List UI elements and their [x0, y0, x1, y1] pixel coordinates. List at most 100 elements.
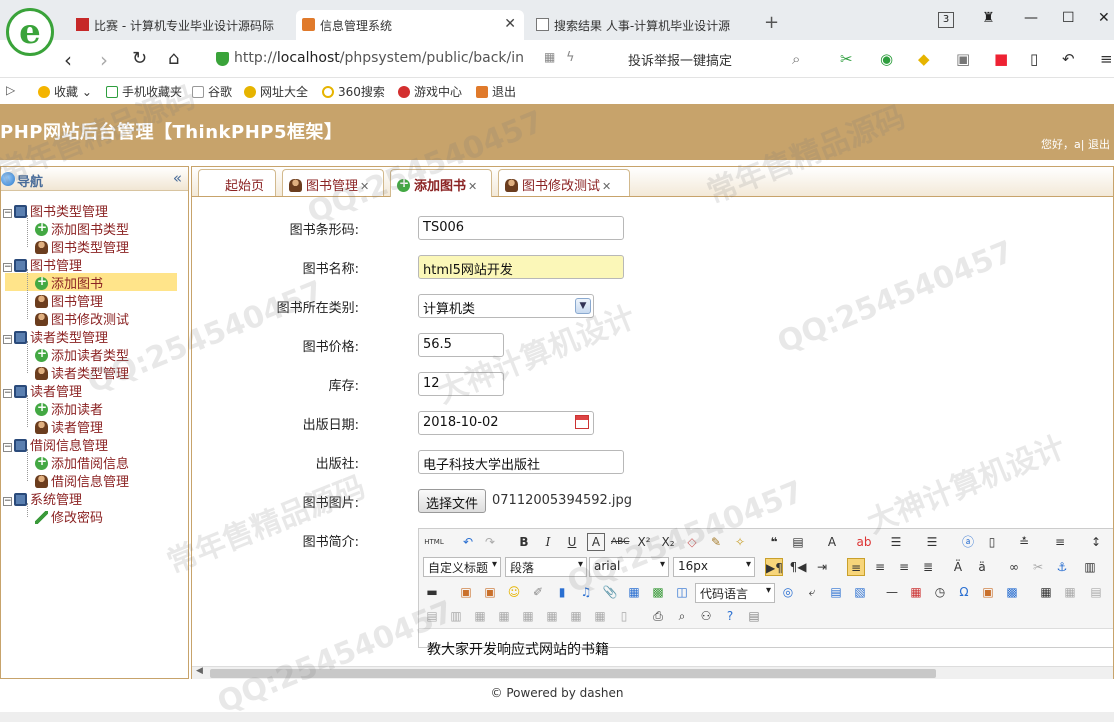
row-spacing-bottom-icon[interactable]: ≡ — [1051, 533, 1069, 551]
collapse-toggle-icon[interactable]: − — [3, 335, 12, 344]
nav-item[interactable]: 修改密码 — [35, 507, 103, 526]
bold-icon[interactable]: B — [515, 533, 533, 551]
close-tab-icon[interactable]: ✕ — [468, 180, 477, 193]
nav-item[interactable]: 图书类型管理 — [35, 237, 129, 256]
simple-upload-icon[interactable]: ▣ — [457, 583, 475, 601]
undo-icon[interactable]: ↶ — [1062, 50, 1075, 68]
clear-doc-icon[interactable]: ▯ — [983, 533, 1001, 551]
scrollbar-thumb[interactable] — [210, 669, 936, 678]
collapse-toggle-icon[interactable]: − — [3, 443, 12, 452]
nav-group[interactable]: − 读者管理 — [3, 381, 82, 400]
menu-icon[interactable]: ≡ — [1100, 50, 1113, 68]
tab-add-book[interactable]: 添加图书✕ — [390, 169, 492, 197]
bookmark-sites[interactable]: 网址大全 — [244, 83, 308, 100]
attachment-icon[interactable]: 📎 — [601, 583, 619, 601]
date-icon[interactable]: ▦ — [907, 583, 925, 601]
nav-group[interactable]: − 图书类型管理 — [3, 201, 108, 220]
bookmark-games[interactable]: 游戏中心 — [398, 83, 462, 100]
nav-group[interactable]: − 读者类型管理 — [3, 327, 108, 346]
time-icon[interactable]: ◷ — [931, 583, 949, 601]
highlight-icon[interactable]: ab — [855, 533, 873, 551]
insert-col-icon[interactable]: ▥ — [447, 607, 465, 625]
browser-tab-1[interactable]: 比赛 - 计算机专业毕业设计源码际 — [70, 10, 292, 40]
book-name-input[interactable]: html5网站开发 — [418, 255, 624, 279]
map-icon[interactable]: ▦ — [625, 583, 643, 601]
sidebar-icon[interactable]: ▯ — [1030, 50, 1038, 68]
special-chars-icon[interactable]: Ω — [955, 583, 973, 601]
rtl-icon[interactable]: ¶◀ — [789, 558, 807, 576]
collapse-icon[interactable]: « — [173, 169, 182, 187]
custom-title-select[interactable]: 自定义标题 ▾ — [423, 557, 501, 577]
eraser-icon[interactable]: ◇ — [683, 533, 701, 551]
insert-paragraph-icon[interactable]: ▤ — [1087, 583, 1105, 601]
insert-table-icon[interactable]: ▦ — [1037, 583, 1055, 601]
editor-content[interactable]: 教大家开发响应式网站的书籍 — [427, 639, 609, 659]
collapse-toggle-icon[interactable]: − — [3, 209, 12, 218]
scrawl-icon[interactable]: ✐ — [529, 583, 547, 601]
stock-input[interactable]: 12 — [418, 372, 504, 396]
close-window-icon[interactable]: ✕ — [1098, 10, 1110, 26]
tolowercase-icon[interactable]: ä — [973, 558, 991, 576]
tab-book-management[interactable]: 图书管理 ✕ — [282, 169, 384, 196]
border-icon[interactable]: A — [587, 533, 605, 551]
insert-row-icon[interactable]: ▤ — [423, 607, 441, 625]
report-link[interactable]: 投诉举报一键搞定 — [628, 50, 732, 69]
unlink-icon[interactable]: ✂ — [1029, 558, 1047, 576]
horizontal-rule-icon[interactable]: — — [883, 583, 901, 601]
font-size-select[interactable]: 16px ▾ — [673, 557, 755, 577]
choose-file-button[interactable]: 选择文件 — [418, 489, 487, 513]
font-family-select[interactable]: arial ▾ — [589, 557, 669, 577]
new-tab-button[interactable]: + — [764, 12, 779, 33]
superscript-icon[interactable]: X² — [635, 533, 653, 551]
image-none-icon[interactable]: ▬ — [423, 583, 441, 601]
tab-count-badge[interactable]: 3 — [938, 12, 954, 28]
toggle-sidebar-icon[interactable]: ▷ — [6, 83, 15, 97]
nav-item[interactable]: 图书修改测试 — [35, 309, 129, 328]
lightning-icon[interactable]: ϟ — [566, 50, 575, 65]
ordered-list-icon[interactable]: ☰ — [887, 533, 905, 551]
user-greeting[interactable]: 您好，a| 退出 — [1041, 136, 1110, 152]
nav-item[interactable]: 读者管理 — [35, 417, 103, 436]
search-icon[interactable]: ⌕ — [792, 50, 800, 68]
nav-group[interactable]: − 借阅信息管理 — [3, 435, 108, 454]
scissors-icon[interactable]: ✂ — [840, 50, 853, 68]
grid-icon[interactable]: ▦ — [544, 50, 555, 64]
close-tab-icon[interactable]: ✕ — [504, 16, 516, 32]
insert-image-icon[interactable]: ▣ — [481, 583, 499, 601]
drafts-icon[interactable]: ▤ — [745, 607, 763, 625]
line-height-icon[interactable]: ↕ — [1087, 533, 1105, 551]
help-icon[interactable]: ? — [721, 607, 739, 625]
align-left-icon[interactable]: ≡ — [847, 558, 865, 576]
select-all-icon[interactable]: ⓐ — [959, 533, 977, 551]
align-center-icon[interactable]: ≡ — [871, 558, 889, 576]
music-icon[interactable]: ♫ — [577, 583, 595, 601]
chart-icon[interactable]: ▯ — [615, 607, 633, 625]
nav-item[interactable]: 添加图书类型 — [35, 219, 129, 238]
search-replace-icon[interactable]: ⚇ — [697, 607, 715, 625]
nav-item[interactable]: 添加读者 — [35, 399, 103, 418]
strikethrough-icon[interactable]: ABC — [611, 533, 629, 551]
nav-item[interactable]: 添加图书 — [5, 273, 177, 292]
auto-format-icon[interactable]: ✧ — [731, 533, 749, 551]
insert-video-icon[interactable]: ▮ — [553, 583, 571, 601]
apps-icon[interactable]: ■ — [994, 50, 1008, 68]
merge-cells-icon[interactable]: ▦ — [471, 607, 489, 625]
template-icon[interactable]: ▤ — [827, 583, 845, 601]
category-select[interactable]: 计算机类 ▼ — [418, 294, 594, 318]
gmap-icon[interactable]: ▩ — [649, 583, 667, 601]
emotion-icon[interactable]: ☺ — [505, 583, 523, 601]
bookmark-exit[interactable]: 退出 — [476, 83, 516, 100]
scroll-left-icon[interactable]: ◀ — [196, 666, 203, 676]
html-source-button[interactable]: HTML — [423, 533, 445, 551]
tab-book-edit-test[interactable]: 图书修改测试 ✕ — [498, 169, 630, 196]
indent-icon[interactable]: ⇥ — [813, 558, 831, 576]
shield-extension-icon[interactable]: ◆ — [918, 50, 930, 68]
image-float-icon[interactable]: ▥ — [1081, 558, 1099, 576]
bookmark-favorites[interactable]: 收藏 ⌄ — [38, 83, 92, 100]
link-icon[interactable]: ∞ — [1005, 558, 1023, 576]
nav-item[interactable]: 添加读者类型 — [35, 345, 129, 364]
anchor-icon[interactable]: ⚓ — [1053, 558, 1071, 576]
row-spacing-top-icon[interactable]: ≛ — [1015, 533, 1033, 551]
underline-icon[interactable]: U — [563, 533, 581, 551]
webapp-icon[interactable]: ◎ — [779, 583, 797, 601]
